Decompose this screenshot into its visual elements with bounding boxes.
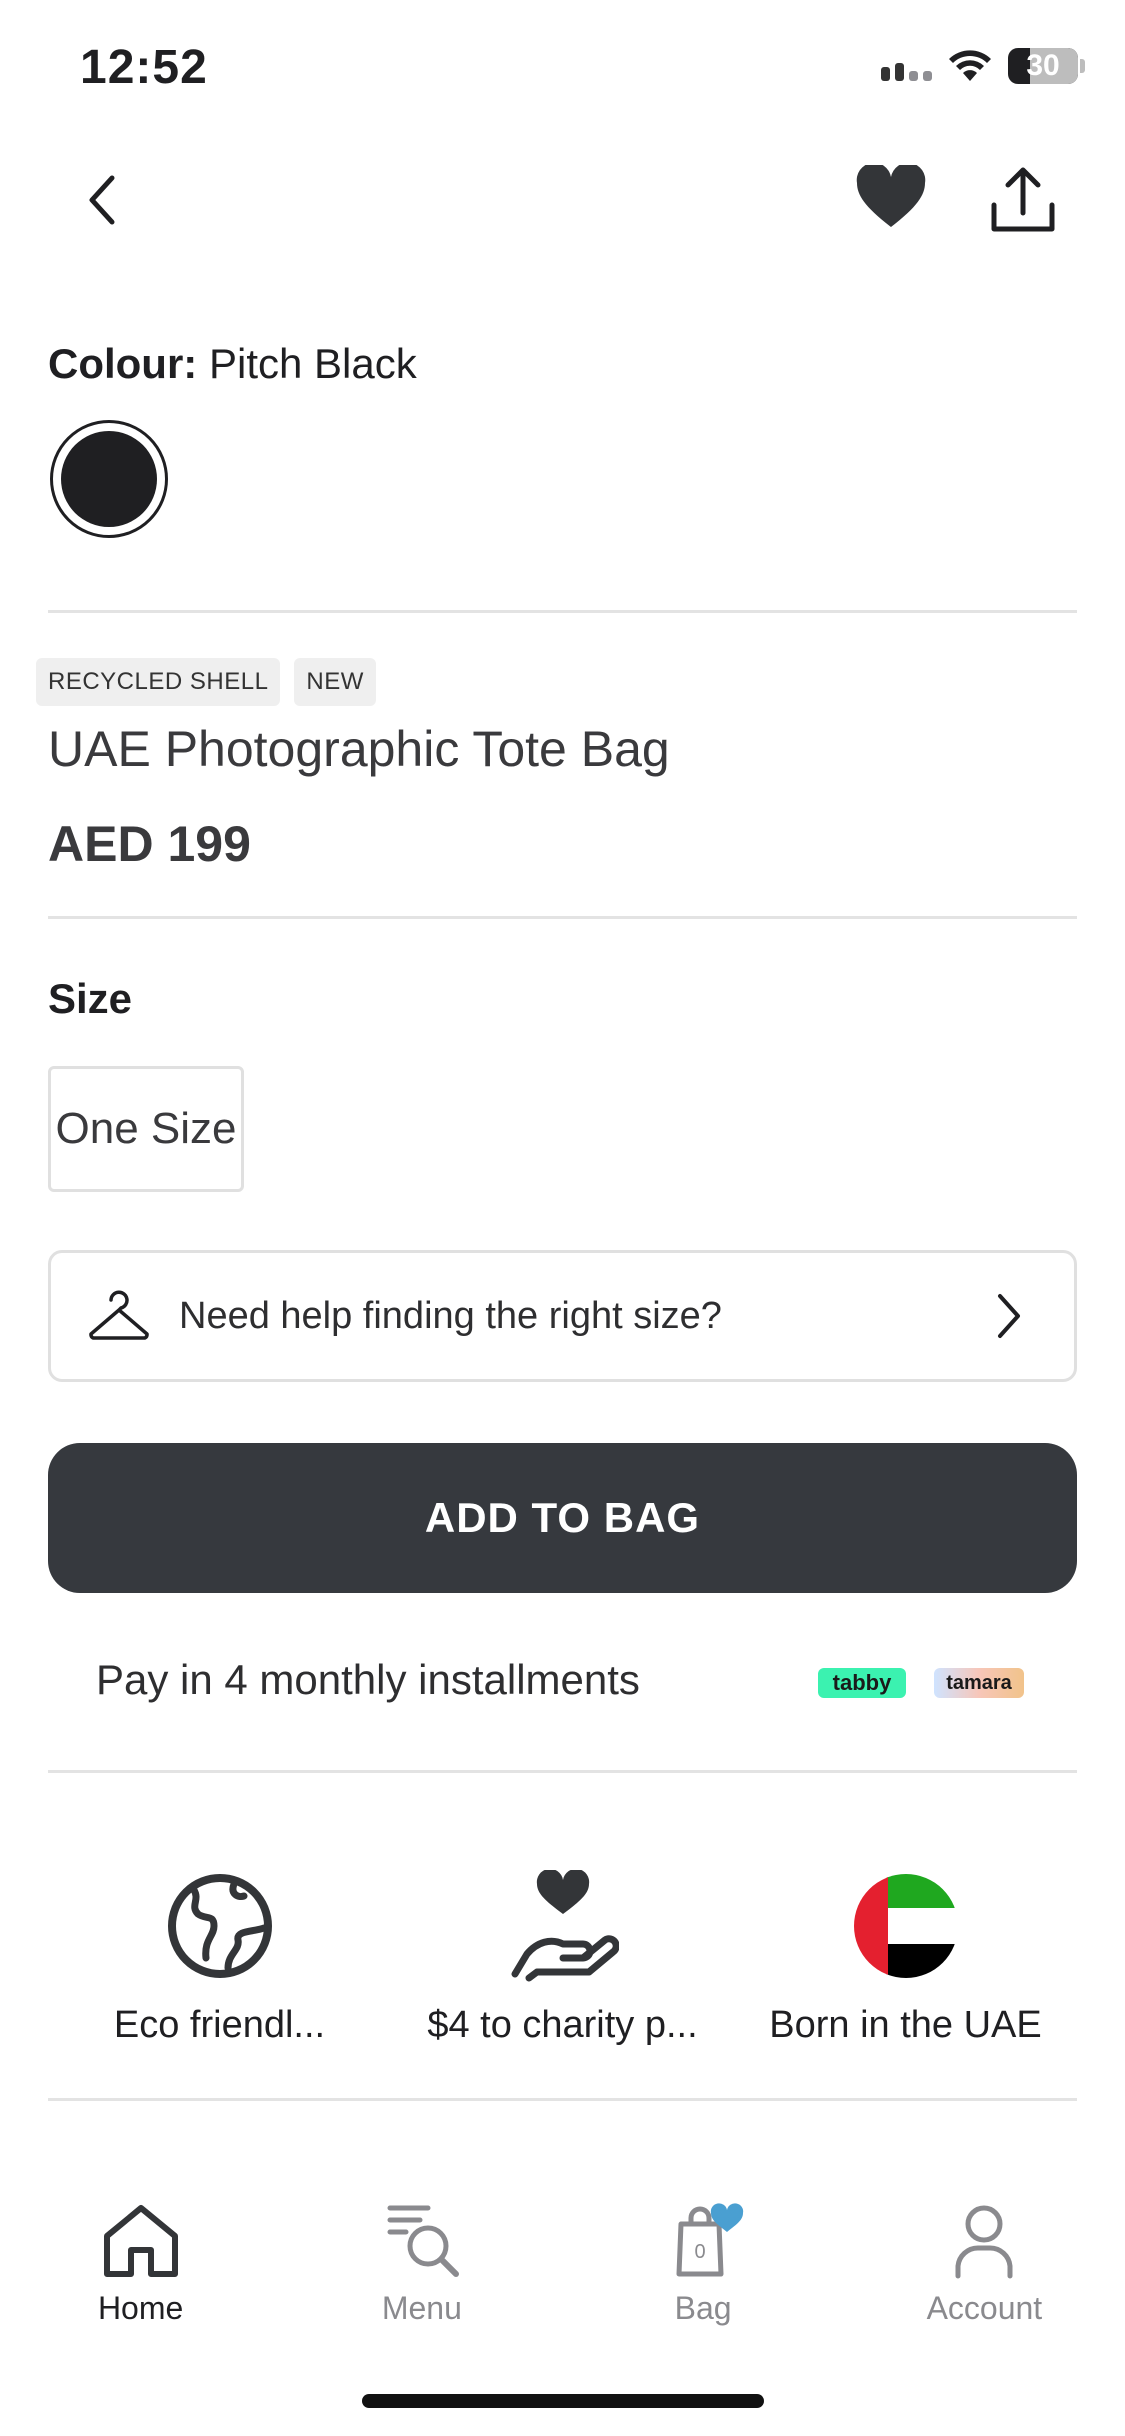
globe-icon (167, 1874, 272, 1978)
divider (48, 1770, 1077, 1773)
charity-hand-heart-icon (511, 1870, 619, 1982)
menu-search-icon (387, 2205, 459, 2277)
bottom-tab-bar: Home Menu 0 Bag Account (0, 2200, 1125, 2350)
bag-heart-badge-icon (710, 2203, 744, 2232)
size-help-text: Need help finding the right size? (179, 1294, 722, 1337)
product-detail-screen: 12:52 30 Colour: Pitch Black RECYCLED SH… (0, 0, 1125, 2436)
colour-value: Pitch Black (208, 340, 417, 387)
tab-label: Bag (674, 2290, 732, 2326)
divider (48, 2098, 1077, 2101)
share-button[interactable] (990, 165, 1056, 235)
bag-icon: 0 (676, 2203, 744, 2277)
tab-account[interactable]: Account (844, 2200, 1125, 2350)
tab-label: Menu (381, 2290, 462, 2326)
divider (48, 610, 1077, 613)
feature-label: $4 to charity p... (427, 2004, 698, 2046)
product-price: AED 199 (48, 816, 251, 872)
badge-new: NEW (294, 658, 376, 706)
product-title: UAE Photographic Tote Bag (48, 721, 670, 777)
home-indicator (362, 2394, 764, 2408)
cellular-signal-icon (881, 51, 932, 81)
colour-label: Colour: (48, 340, 198, 387)
home-icon (103, 2205, 178, 2277)
colour-row: Colour: Pitch Black (48, 340, 417, 388)
tab-menu[interactable]: Menu (281, 2200, 562, 2350)
battery-level: 30 (1026, 49, 1060, 82)
badge-recycled-shell: RECYCLED SHELL (36, 658, 281, 706)
chevron-right-icon (998, 1294, 1020, 1338)
tamara-logo[interactable]: tamara (934, 1668, 1024, 1698)
bag-count: 0 (695, 2241, 706, 2263)
hanger-icon (89, 1290, 149, 1340)
feature-eco-friendly[interactable]: Eco friendl... (48, 1870, 391, 2047)
tabby-logo[interactable]: tabby (818, 1668, 906, 1698)
feature-charity[interactable]: $4 to charity p... (391, 1870, 734, 2047)
feature-born-in-uae[interactable]: Born in the UAE (734, 1870, 1077, 2047)
battery-icon: 30 (1008, 48, 1078, 84)
feature-label: Born in the UAE (769, 2004, 1042, 2046)
add-to-bag-button[interactable]: ADD TO BAG (48, 1443, 1077, 1593)
tab-bag[interactable]: 0 Bag (563, 2200, 844, 2350)
feature-label: Eco friendl... (113, 2004, 326, 2046)
status-indicators: 30 (881, 48, 1085, 84)
installments-text: Pay in 4 monthly installments (96, 1656, 640, 1703)
tab-label: Account (926, 2290, 1043, 2326)
uae-flag-icon (853, 1874, 958, 1978)
back-button[interactable] (78, 170, 128, 230)
account-icon (955, 2205, 1013, 2279)
size-help-row[interactable]: Need help finding the right size? (48, 1250, 1077, 1382)
divider (48, 916, 1077, 919)
status-time: 12:52 (80, 41, 208, 94)
tab-label: Home (97, 2290, 184, 2326)
feature-list: Eco friendl... $4 to charity p... Born i… (48, 1870, 1077, 2047)
wifi-icon (949, 50, 991, 81)
colour-swatch-pitch-black[interactable] (50, 420, 168, 538)
size-heading: Size (48, 975, 133, 1022)
wishlist-heart-button[interactable] (855, 165, 927, 231)
size-option-one-size[interactable]: One Size (48, 1066, 244, 1192)
product-badges: RECYCLED SHELL NEW (36, 658, 376, 706)
tab-home[interactable]: Home (0, 2200, 281, 2350)
